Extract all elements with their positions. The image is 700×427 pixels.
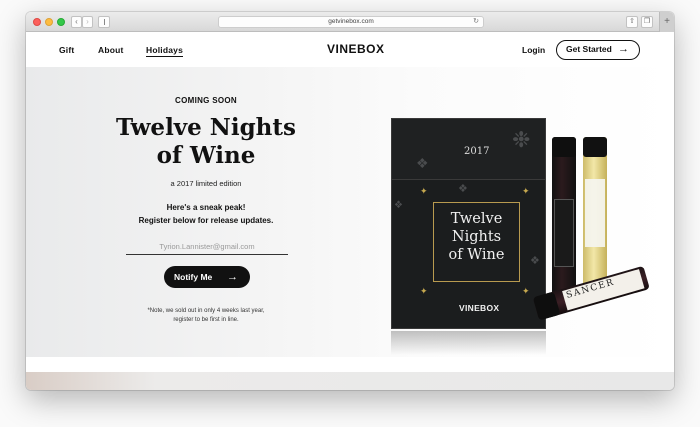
- nav-about-link[interactable]: About: [98, 45, 124, 55]
- arrow-right-icon: →: [227, 271, 238, 283]
- sidebar-toggle-icon[interactable]: [98, 16, 110, 28]
- footnote-line-1: *Note, we sold out in only 4 weeks last …: [147, 308, 265, 314]
- hero-title-line-1: Twelve Nights: [116, 114, 296, 141]
- vinebox-logo[interactable]: VINEBOX: [327, 42, 385, 56]
- hero-title-line-2: of Wine: [156, 142, 256, 169]
- box-year: 2017: [464, 146, 490, 157]
- address-bar[interactable]: getvinebox.com ↻: [218, 16, 484, 28]
- box-reflection: [391, 331, 546, 355]
- reload-icon[interactable]: ↻: [473, 17, 479, 27]
- get-started-label: Get Started: [566, 44, 612, 54]
- back-button[interactable]: ‹: [71, 16, 82, 28]
- arrow-right-icon: →: [618, 43, 629, 55]
- box-body: ✦ ❖ ✦ ❖ ❖ Twelve Nights of Wine ✦ ✦ VINE…: [391, 179, 546, 329]
- browser-window: ‹ › getvinebox.com ↻ ⇧ ❐ + Gift About Ho…: [26, 12, 674, 390]
- browser-toolbar: ‹ › getvinebox.com ↻ ⇧ ❐ +: [26, 12, 674, 32]
- minimize-window-button[interactable]: [45, 18, 53, 26]
- zoom-window-button[interactable]: [57, 18, 65, 26]
- box-lid: ❖ 2017 ❉: [391, 118, 546, 180]
- nav-holidays-link[interactable]: Holidays: [146, 45, 184, 57]
- new-tab-button[interactable]: +: [659, 12, 674, 32]
- hero-section: COMING SOON Twelve Nights of Wine a 2017…: [26, 67, 674, 357]
- snowflake-ornament-icon: ❖: [416, 155, 429, 171]
- show-tabs-icon[interactable]: ❐: [641, 16, 653, 28]
- edition-subtitle: a 2017 limited edition: [170, 179, 242, 188]
- box-title-frame: Twelve Nights of Wine: [433, 202, 520, 282]
- sneak-peek-line-2: Register below for release updates.: [138, 216, 274, 225]
- email-field[interactable]: [126, 239, 288, 255]
- sneak-peek-line-1: Here's a sneak peak!: [166, 203, 246, 212]
- sneak-peek-text: Here's a sneak peak! Register below for …: [116, 201, 296, 227]
- bottle-label: [585, 179, 605, 247]
- footnote-line-2: register to be first in line.: [173, 317, 239, 323]
- notify-me-label: Notify Me: [174, 272, 213, 282]
- star-ornament-icon: ✦: [522, 186, 530, 196]
- close-window-button[interactable]: [33, 18, 41, 26]
- nav-gift-link[interactable]: Gift: [59, 45, 74, 55]
- snowflake-ornament-icon: ❖: [458, 183, 468, 195]
- share-icon[interactable]: ⇧: [626, 16, 638, 28]
- snowflake-ornament-icon: ❖: [394, 200, 403, 211]
- coming-soon-label: COMING SOON: [175, 96, 237, 105]
- star-ornament-icon: ✦: [420, 186, 428, 196]
- bottle-cap: [552, 137, 576, 157]
- star-ornament-icon: ✦: [522, 286, 530, 296]
- forward-button[interactable]: ›: [82, 16, 93, 28]
- footnote: *Note, we sold out in only 4 weeks last …: [116, 307, 296, 325]
- bottle-cap: [583, 137, 607, 157]
- white-wine-bottle: [583, 137, 607, 297]
- next-section-preview: [26, 372, 674, 390]
- red-wine-bottle: [552, 137, 576, 297]
- notify-me-button[interactable]: Notify Me →: [164, 266, 250, 288]
- get-started-button[interactable]: Get Started →: [556, 40, 640, 60]
- box-title-line-2: Nights: [451, 229, 502, 245]
- snowflake-ornament-icon: ❉: [512, 127, 531, 152]
- hero-title: Twelve Nights of Wine: [106, 114, 306, 170]
- box-title-line-3: of Wine: [448, 247, 505, 263]
- box-title-line-1: Twelve: [450, 211, 503, 227]
- site-header: Gift About Holidays VINEBOX Login Get St…: [26, 33, 674, 67]
- snowflake-ornament-icon: ❖: [530, 255, 540, 267]
- product-image: ❖ 2017 ❉ ✦ ❖ ✦ ❖ ❖ Twelve Nights of Wine…: [386, 113, 656, 363]
- address-bar-url: getvinebox.com: [328, 18, 374, 25]
- login-link[interactable]: Login: [522, 45, 545, 55]
- box-logo: VINEBOX: [459, 303, 500, 313]
- star-ornament-icon: ✦: [420, 286, 428, 296]
- desktop-background: ‹ › getvinebox.com ↻ ⇧ ❐ + Gift About Ho…: [0, 0, 700, 427]
- bottle-label: [554, 199, 574, 267]
